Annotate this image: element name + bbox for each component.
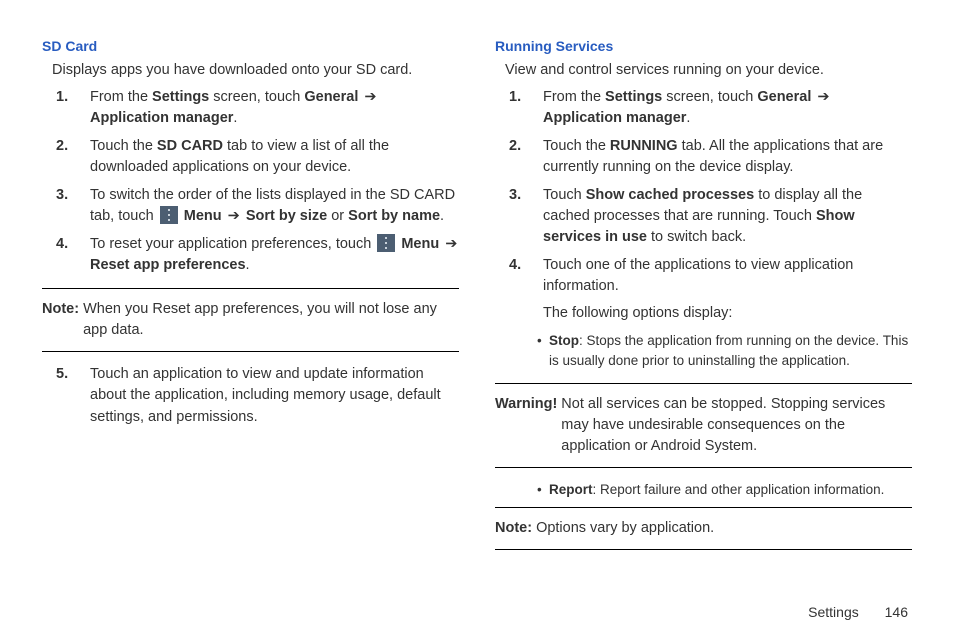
- warning-block: Warning! Not all services can be stopped…: [495, 383, 912, 468]
- sd-intro: Displays apps you have downloaded onto y…: [52, 60, 459, 81]
- sd-step-1: From the Settings screen, touch General …: [56, 87, 459, 129]
- run-step-1: From the Settings screen, touch General …: [509, 87, 912, 129]
- right-column: Running Services View and control servic…: [495, 36, 912, 562]
- sd-step-4: To reset your application preferences, t…: [56, 234, 459, 276]
- footer-section: Settings: [808, 604, 859, 620]
- sd-step-2: Touch the SD CARD tab to view a list of …: [56, 136, 459, 178]
- note2-block: Note: Options vary by application.: [495, 507, 912, 550]
- note2-text: Options vary by application.: [536, 518, 714, 539]
- sd-steps-cont: Touch an application to view and update …: [56, 364, 459, 427]
- run-step-2: Touch the RUNNING tab. All the applicati…: [509, 136, 912, 178]
- running-heading: Running Services: [495, 36, 912, 56]
- sd-steps: From the Settings screen, touch General …: [56, 87, 459, 276]
- sd-card-heading: SD Card: [42, 36, 459, 56]
- run-step-4: Touch one of the applications to view ap…: [509, 255, 912, 324]
- warning-text: Not all services can be stopped. Stoppin…: [561, 394, 912, 457]
- note-label: Note:: [42, 299, 79, 341]
- page-number: 146: [885, 602, 908, 622]
- menu-icon: [377, 234, 395, 252]
- options-list-2: Report: Report failure and other applica…: [537, 480, 912, 500]
- menu-icon: [160, 206, 178, 224]
- page-footer: Settings 146: [808, 602, 908, 622]
- note2-label: Note:: [495, 518, 532, 539]
- running-steps: From the Settings screen, touch General …: [509, 87, 912, 324]
- note-text: When you Reset app preferences, you will…: [83, 299, 459, 341]
- sd-step-3: To switch the order of the lists display…: [56, 185, 459, 227]
- report-option: Report: Report failure and other applica…: [537, 480, 912, 500]
- options-list: Stop: Stops the application from running…: [537, 331, 912, 370]
- sd-note: Note: When you Reset app preferences, yo…: [42, 288, 459, 352]
- run-step-3: Touch Show cached processes to display a…: [509, 185, 912, 248]
- stop-option: Stop: Stops the application from running…: [537, 331, 912, 370]
- running-intro: View and control services running on you…: [505, 60, 912, 81]
- warning-label: Warning!: [495, 394, 557, 457]
- left-column: SD Card Displays apps you have downloade…: [42, 36, 459, 562]
- sd-step-5: Touch an application to view and update …: [56, 364, 459, 427]
